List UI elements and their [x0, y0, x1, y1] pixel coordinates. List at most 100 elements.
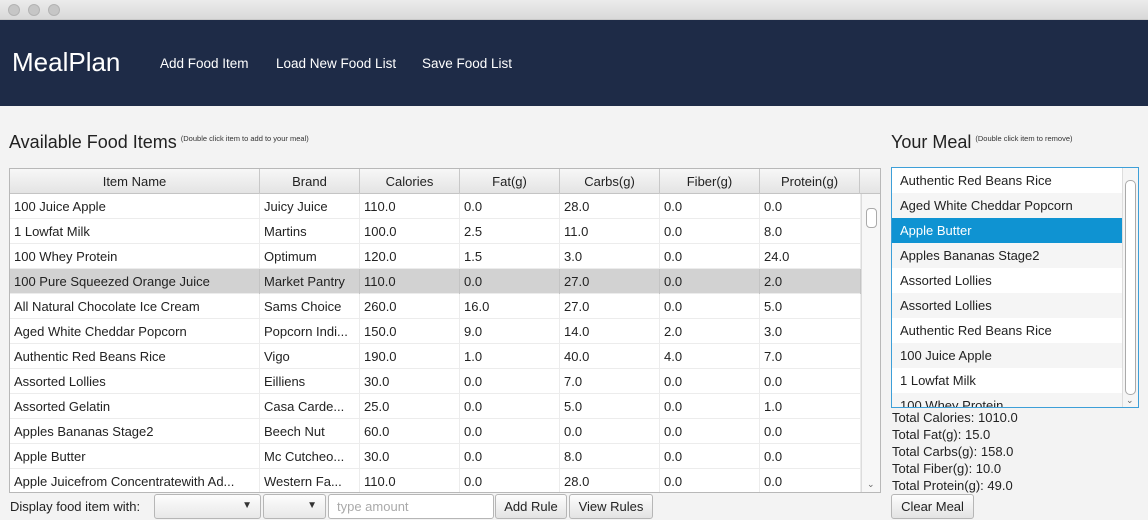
comparator-select[interactable]: ▼ — [263, 494, 326, 519]
cell-fat: 0.0 — [460, 369, 560, 394]
cell-fiber: 0.0 — [660, 419, 760, 444]
table-scrollbar[interactable]: ⌄ — [861, 194, 880, 492]
cell-carbs: 14.0 — [560, 319, 660, 344]
cell-carbs: 28.0 — [560, 194, 660, 219]
cell-protein: 2.0 — [760, 269, 861, 294]
cell-protein: 0.0 — [760, 369, 861, 394]
column-header-carbs[interactable]: Carbs(g) — [560, 169, 660, 194]
scroll-down-icon[interactable]: ⌄ — [867, 479, 875, 490]
cell-carbs: 27.0 — [560, 294, 660, 319]
cell-brand: Eilliens — [260, 369, 360, 394]
cell-calories: 25.0 — [360, 394, 460, 419]
meal-list-item[interactable]: Authentic Red Beans Rice — [892, 168, 1122, 193]
cell-protein: 0.0 — [760, 444, 861, 469]
meal-list-item[interactable]: Apples Bananas Stage2 — [892, 243, 1122, 268]
cell-brand: Martins — [260, 219, 360, 244]
meal-list[interactable]: Authentic Red Beans Rice Aged White Chedd… — [891, 167, 1139, 408]
cell-fat: 0.0 — [460, 469, 560, 492]
clear-meal-button[interactable]: Clear Meal — [891, 494, 974, 519]
total-line: Total Calories: 1010.0 — [892, 410, 1018, 425]
table-row[interactable]: All Natural Chocolate Ice Cream Sams Choi… — [10, 294, 861, 319]
amount-input[interactable]: type amount — [328, 494, 494, 519]
meal-title: Your Meal — [891, 132, 972, 152]
cell-fiber: 0.0 — [660, 194, 760, 219]
total-line: Total Fiber(g): 10.0 — [892, 461, 1002, 476]
cell-calories: 260.0 — [360, 294, 460, 319]
cell-brand: Market Pantry — [260, 269, 360, 294]
meal-hint: (Double click item to remove) — [975, 134, 1073, 143]
meal-scroll-thumb[interactable] — [1125, 180, 1136, 395]
cell-carbs: 8.0 — [560, 444, 660, 469]
meal-list-item[interactable]: 100 Juice Apple — [892, 343, 1122, 368]
view-rules-button[interactable]: View Rules — [569, 494, 653, 519]
cell-fat: 9.0 — [460, 319, 560, 344]
cell-item-name: All Natural Chocolate Ice Cream — [10, 294, 260, 319]
meal-list-item[interactable]: Assorted Lollies — [892, 293, 1122, 318]
cell-calories: 120.0 — [360, 244, 460, 269]
cell-protein: 1.0 — [760, 394, 861, 419]
table-row[interactable]: Assorted Gelatin Casa Carde... 25.0 0.0 5.0 0… — [10, 394, 861, 419]
add-food-item-link[interactable]: Add Food Item — [160, 56, 249, 71]
cell-brand: Juicy Juice — [260, 194, 360, 219]
table-scroll-thumb[interactable] — [866, 208, 877, 228]
cell-carbs: 27.0 — [560, 269, 660, 294]
table-row[interactable]: Assorted Lollies Eilliens 30.0 0.0 7.0 0.0 0.0 — [10, 369, 861, 394]
table-row[interactable]: Apple Juicefrom Concentratewith Ad... Wes… — [10, 469, 861, 492]
column-header-calories[interactable]: Calories — [360, 169, 460, 194]
add-rule-button[interactable]: Add Rule — [495, 494, 567, 519]
food-table[interactable]: Item Name Brand Calories Fat(g) Carbs(g)… — [9, 168, 881, 493]
cell-fiber: 4.0 — [660, 344, 760, 369]
cell-protein: 0.0 — [760, 419, 861, 444]
table-row[interactable]: Apple Butter Mc Cutcheo... 30.0 0.0 8.0 0.0 0.… — [10, 444, 861, 469]
nutrient-select[interactable]: ▼ — [154, 494, 261, 519]
zoom-window-icon[interactable] — [48, 4, 60, 16]
filter-label: Display food item with: — [10, 499, 141, 514]
column-header-fiber[interactable]: Fiber(g) — [660, 169, 760, 194]
meal-list-item[interactable]: Aged White Cheddar Popcorn — [892, 193, 1122, 218]
table-row[interactable]: Aged White Cheddar Popcorn Popcorn Indi..… — [10, 319, 861, 344]
cell-fat: 0.0 — [460, 269, 560, 294]
meal-list-item[interactable]: Assorted Lollies — [892, 268, 1122, 293]
cell-protein: 3.0 — [760, 319, 861, 344]
table-row[interactable]: Apples Bananas Stage2 Beech Nut 60.0 0.0 0.0… — [10, 419, 861, 444]
cell-brand: Optimum — [260, 244, 360, 269]
cell-protein: 0.0 — [760, 469, 861, 492]
scroll-down-icon[interactable]: ⌄ — [1126, 395, 1134, 406]
cell-carbs: 40.0 — [560, 344, 660, 369]
navbar: MealPlan Add Food Item Load New Food Lis… — [0, 20, 1148, 106]
load-food-list-link[interactable]: Load New Food List — [276, 56, 396, 71]
meal-list-item[interactable]: Authentic Red Beans Rice — [892, 318, 1122, 343]
table-header: Item Name Brand Calories Fat(g) Carbs(g)… — [10, 169, 880, 194]
available-title: Available Food Items — [9, 132, 177, 152]
cell-calories: 100.0 — [360, 219, 460, 244]
meal-scrollbar[interactable]: ⌄ — [1122, 168, 1138, 407]
meal-list-item[interactable]: 100 Whey Protein — [892, 393, 1122, 407]
cell-fiber: 0.0 — [660, 244, 760, 269]
table-row[interactable]: 100 Pure Squeezed Orange Juice Market Pan… — [10, 269, 861, 294]
cell-calories: 30.0 — [360, 444, 460, 469]
column-header-item-name[interactable]: Item Name — [10, 169, 260, 194]
table-row[interactable]: Authentic Red Beans Rice Vigo 190.0 1.0 40.0… — [10, 344, 861, 369]
cell-fiber: 0.0 — [660, 294, 760, 319]
cell-item-name: 100 Pure Squeezed Orange Juice — [10, 269, 260, 294]
meal-list-item[interactable]: 1 Lowfat Milk — [892, 368, 1122, 393]
column-header-brand[interactable]: Brand — [260, 169, 360, 194]
cell-fiber: 2.0 — [660, 319, 760, 344]
cell-fat: 2.5 — [460, 219, 560, 244]
column-header-protein[interactable]: Protein(g) — [760, 169, 860, 194]
save-food-list-link[interactable]: Save Food List — [422, 56, 512, 71]
column-header-fat[interactable]: Fat(g) — [460, 169, 560, 194]
meal-list-item[interactable]: Apple Butter — [892, 218, 1122, 243]
cell-fat: 0.0 — [460, 394, 560, 419]
cell-fat: 1.0 — [460, 344, 560, 369]
cell-fiber: 0.0 — [660, 444, 760, 469]
table-row[interactable]: 100 Juice Apple Juicy Juice 110.0 0.0 28.0 0.… — [10, 194, 861, 219]
cell-carbs: 7.0 — [560, 369, 660, 394]
cell-brand: Mc Cutcheo... — [260, 444, 360, 469]
cell-calories: 190.0 — [360, 344, 460, 369]
total-line: Total Carbs(g): 158.0 — [892, 444, 1014, 459]
table-row[interactable]: 1 Lowfat Milk Martins 100.0 2.5 11.0 0.0 8.0 — [10, 219, 861, 244]
table-row[interactable]: 100 Whey Protein Optimum 120.0 1.5 3.0 0.0 24.… — [10, 244, 861, 269]
minimize-window-icon[interactable] — [28, 4, 40, 16]
close-window-icon[interactable] — [8, 4, 20, 16]
